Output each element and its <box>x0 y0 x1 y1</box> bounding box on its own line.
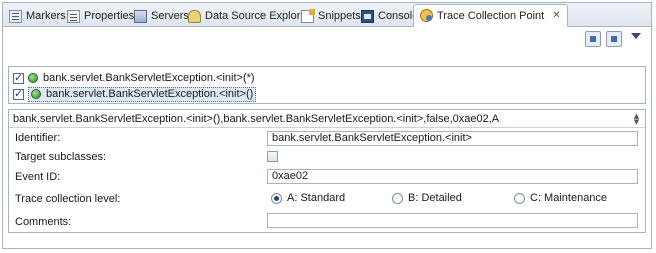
details-summary: bank.servlet.BankServletException.<init>… <box>9 110 645 128</box>
tab-properties[interactable]: Properties <box>67 6 134 26</box>
trace-point-list[interactable]: bank.servlet.BankServletException.<init>… <box>8 66 646 104</box>
summary-scroll-icon[interactable]: ▲ ▼ <box>632 113 641 126</box>
tab-servers[interactable]: Servers <box>134 6 189 26</box>
list-item-label: bank.servlet.BankServletException.<init>… <box>46 88 254 100</box>
tab-label: Snippets <box>318 10 361 22</box>
radio-label: C: Maintenance <box>530 192 608 204</box>
tab-label: Data Source Explorer <box>205 10 311 22</box>
list-item-checkbox[interactable] <box>13 87 24 100</box>
trace-level-label: Trace collection level: <box>15 193 121 205</box>
data-source-icon <box>188 9 201 23</box>
radio-standard[interactable]: A: Standard <box>271 192 345 204</box>
list-item[interactable]: bank.servlet.BankServletException.<init>… <box>13 70 255 86</box>
list-item[interactable]: bank.servlet.BankServletException.<init>… <box>13 86 257 102</box>
markers-icon <box>9 9 22 23</box>
radio-button[interactable] <box>514 192 525 204</box>
view-tab-bar: Markers Properties Servers Data Source E… <box>3 3 651 27</box>
list-item-label: bank.servlet.BankServletException.<init>… <box>43 72 255 84</box>
snippets-icon <box>301 8 315 23</box>
radio-maintenance[interactable]: C: Maintenance <box>514 192 607 204</box>
event-id-label: Event ID: <box>15 171 61 183</box>
event-id-field[interactable]: 0xae02 <box>267 169 638 184</box>
tab-label: Trace Collection Point <box>437 9 545 22</box>
comments-field[interactable] <box>267 213 638 228</box>
radio-label: B: Detailed <box>408 192 462 204</box>
tab-console[interactable]: Console <box>361 6 418 26</box>
tab-label: Properties <box>84 10 135 22</box>
tab-label: Markers <box>26 10 66 22</box>
trace-icon <box>420 9 433 22</box>
import-button[interactable] <box>585 31 601 47</box>
radio-detailed[interactable]: B: Detailed <box>392 192 462 204</box>
tab-trace-collection-point[interactable]: Trace Collection Point ✕ <box>413 4 568 27</box>
tab-data-source-explorer[interactable]: Data Source Explorer <box>188 6 310 26</box>
tab-label: Servers <box>151 10 189 22</box>
trace-collection-view: Markers Properties Servers Data Source E… <box>2 2 652 249</box>
export-button[interactable] <box>606 31 622 47</box>
tab-markers[interactable]: Markers <box>9 6 66 26</box>
identifier-label: Identifier: <box>15 132 61 144</box>
comments-label: Comments: <box>15 216 72 228</box>
target-subclasses-checkbox[interactable] <box>267 151 278 162</box>
radio-button[interactable] <box>271 192 282 204</box>
tab-snippets[interactable]: Snippets <box>301 6 361 26</box>
list-item-checkbox[interactable] <box>13 71 24 84</box>
close-icon[interactable]: ✕ <box>552 10 560 21</box>
trace-point-details: bank.servlet.BankServletException.<init>… <box>8 109 646 233</box>
servers-icon <box>134 9 147 23</box>
console-icon <box>361 9 374 23</box>
summary-text: bank.servlet.BankServletException.<init>… <box>13 113 500 125</box>
properties-icon <box>67 9 80 23</box>
radio-label: A: Standard <box>287 192 346 204</box>
target-subclasses-label: Target subclasses: <box>15 151 107 163</box>
enabled-status-icon <box>31 89 41 99</box>
enabled-status-icon <box>28 73 38 83</box>
view-menu-icon[interactable] <box>631 33 641 39</box>
radio-button[interactable] <box>392 192 403 204</box>
identifier-field[interactable]: bank.servlet.BankServletException.<init> <box>267 131 638 146</box>
